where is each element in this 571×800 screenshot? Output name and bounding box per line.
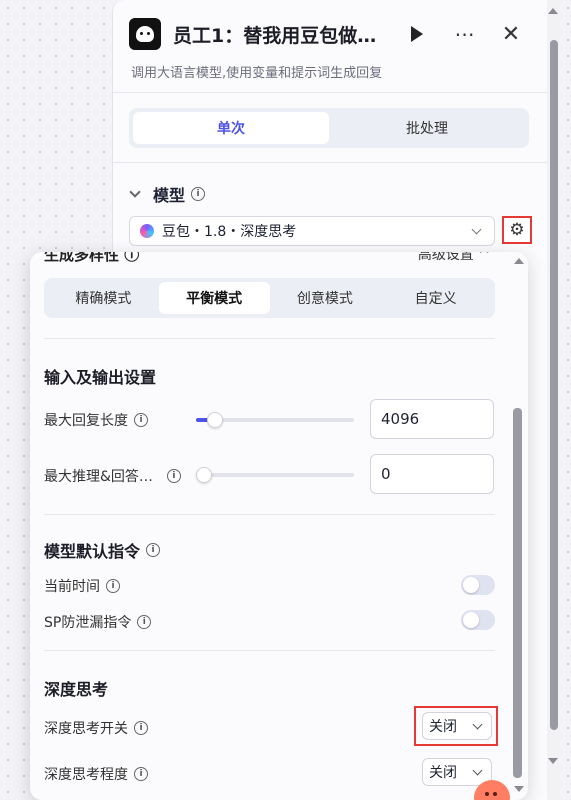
close-icon[interactable]: ✕ [499,22,523,47]
sp-leak-toggle[interactable] [461,610,495,630]
play-icon[interactable] [405,22,429,46]
think-switch-row: 深度思考开关 i [44,718,148,738]
mode-creative[interactable]: 创意模式 [270,282,381,314]
instr-section-header: 模型默认指令 i [44,538,161,562]
mode-precise[interactable]: 精确模式 [48,282,159,314]
max-reply-slider[interactable] [196,412,354,428]
generation-mode-tabs: 精确模式 平衡模式 创意模式 自定义 [44,278,495,318]
divider [44,514,495,515]
info-icon: i [106,579,120,593]
info-icon: i [134,413,148,427]
max-reason-label: 最大推理&回答… i [44,466,181,486]
divider [113,92,547,93]
max-reason-input[interactable]: 0 [370,454,494,494]
scroll-up-icon[interactable] [548,8,558,14]
think-switch-value: 关闭 [429,719,457,735]
divider [44,338,495,339]
model-section-header[interactable]: 模型 i [129,182,206,206]
divider [113,162,547,163]
slider-handle[interactable] [207,412,223,428]
sp-leak-label: SP防泄漏指令 [44,615,132,631]
chevron-down-icon [129,186,141,198]
scrollbar-thumb[interactable] [550,40,558,730]
advanced-settings-toggle[interactable]: 高级设置 ^ [418,252,490,264]
model-section-label: 模型 [153,186,186,205]
info-icon: i [146,543,161,557]
divider [44,650,495,651]
think-switch-select[interactable]: 关闭 [422,712,492,740]
popup-scroll-down-icon[interactable] [514,786,524,792]
chevron-down-icon [472,719,483,730]
panel-scrollbar[interactable] [547,0,559,800]
max-reply-label: 最大回复长度 i [44,410,148,430]
sp-leak-row: SP防泄漏指令 i [44,612,152,632]
panel-title: 员工1：替我用豆包做… [173,24,377,47]
doubao-logo-icon [140,224,154,238]
run-mode-tabs: 单次 批处理 [129,108,529,148]
think-level-value: 关闭 [429,765,457,781]
tab-single[interactable]: 单次 [133,112,329,144]
app-avatar-icon [129,18,161,50]
io-section-title: 输入及输出设置 [44,368,157,387]
more-icon[interactable]: ⋯ [453,22,477,46]
gear-icon[interactable]: ⚙ [502,216,532,244]
current-time-label: 当前时间 [44,579,100,595]
diversity-title: 生成多样性 ⓘ [44,252,140,264]
current-time-row: 当前时间 i [44,576,120,596]
max-reply-input[interactable]: 4096 [370,399,494,439]
scroll-down-icon[interactable] [548,758,558,764]
mode-custom[interactable]: 自定义 [380,282,491,314]
info-icon: i [134,767,148,781]
model-select-value: 豆包・1.8・深度思考 [162,224,297,240]
think-section-title: 深度思考 [44,680,109,699]
model-select[interactable]: 豆包・1.8・深度思考 [129,216,495,246]
info-icon: i [134,721,148,735]
chevron-down-icon [472,765,483,776]
max-reason-slider[interactable] [196,467,354,483]
model-settings-popup: 生成多样性 ⓘ 高级设置 ^ 精确模式 平衡模式 创意模式 自定义 输入及输出设… [30,252,528,800]
chevron-down-icon [471,224,482,235]
popup-scroll-up-icon[interactable] [514,258,524,264]
think-level-row: 深度思考程度 i [44,764,148,784]
tab-batch[interactable]: 批处理 [329,112,525,144]
slider-handle[interactable] [196,467,212,483]
popup-scrollbar-thumb[interactable] [513,408,522,778]
think-level-label: 深度思考程度 [44,767,128,783]
panel-header: 员工1：替我用豆包做… ⋯ ✕ [129,14,539,54]
info-icon: i [137,615,152,629]
panel-subtitle: 调用大语言模型,使用变量和提示词生成回复 [131,66,383,81]
mode-balanced[interactable]: 平衡模式 [158,282,270,314]
info-icon: i [166,469,181,483]
current-time-toggle[interactable] [461,575,495,595]
think-switch-label: 深度思考开关 [44,721,128,737]
instr-section-title: 模型默认指令 [44,542,141,561]
max-reason-label-text: 最大推理&回答… [44,469,153,485]
info-icon: i [191,187,206,201]
max-reply-label-text: 最大回复长度 [44,413,128,429]
